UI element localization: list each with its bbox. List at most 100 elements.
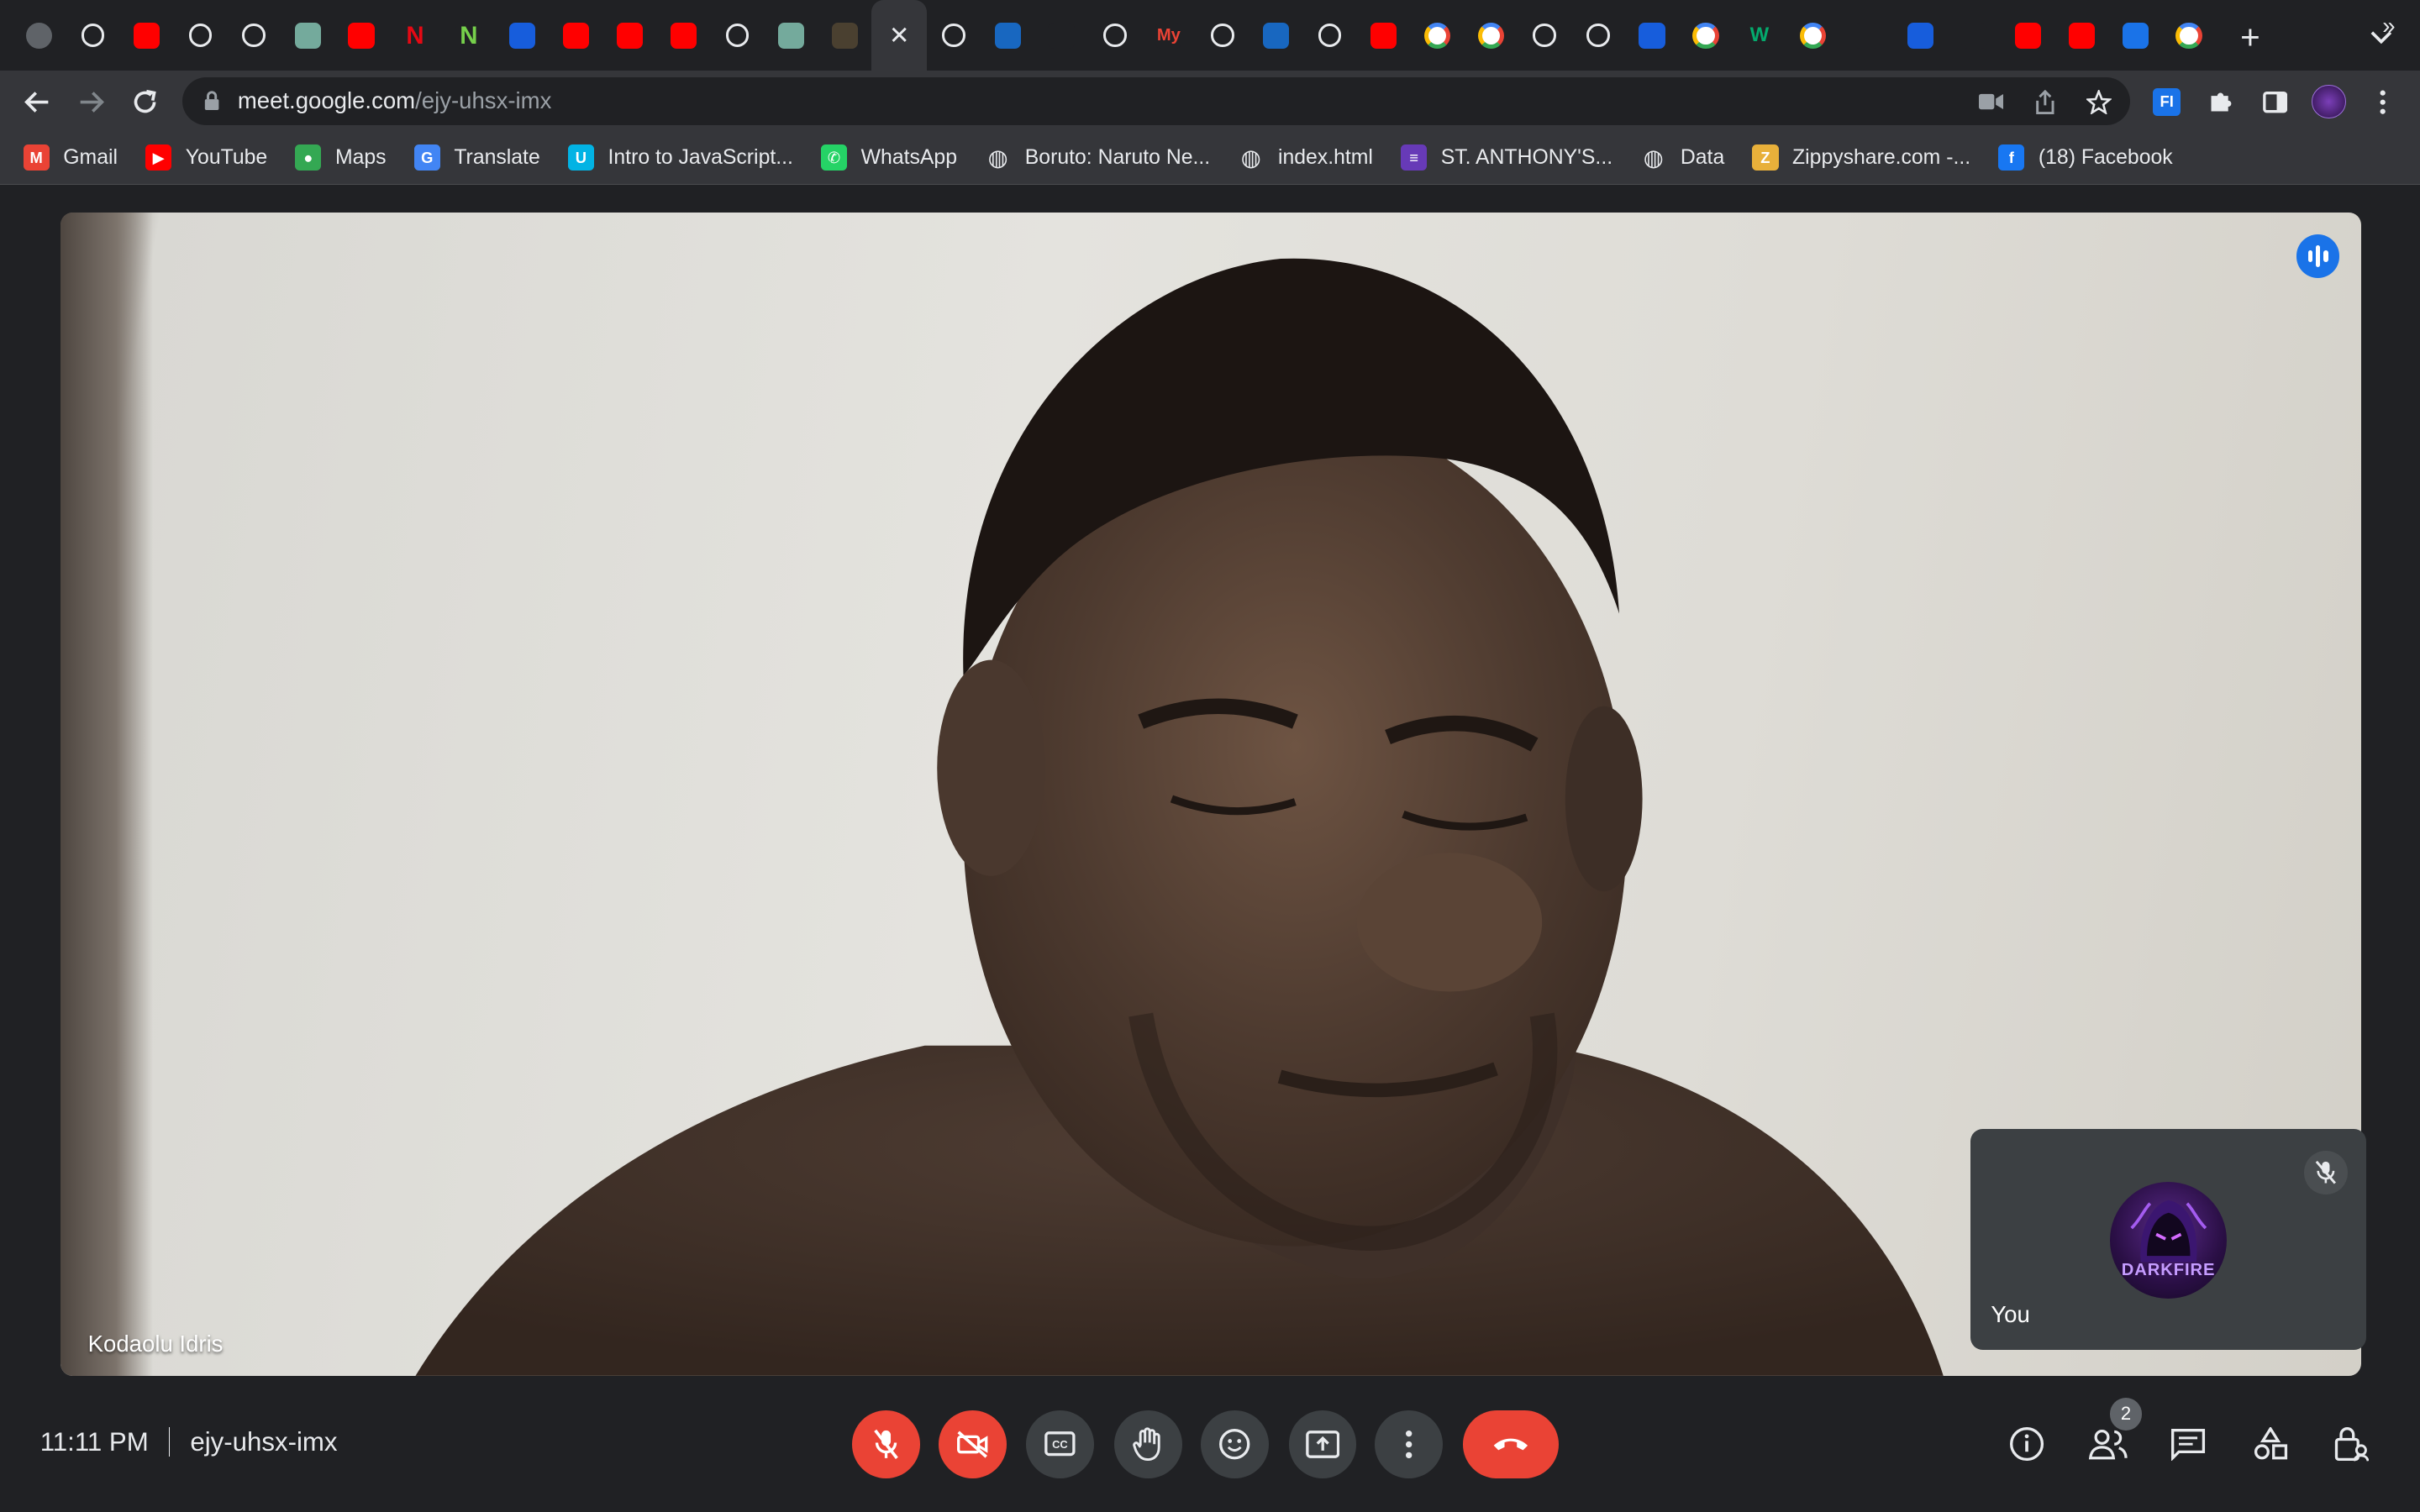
reload-button[interactable] — [127, 83, 164, 120]
tab[interactable] — [927, 0, 981, 71]
tab[interactable] — [1679, 0, 1733, 71]
tab[interactable] — [227, 0, 281, 71]
camera-in-use-icon[interactable] — [1977, 88, 2005, 116]
captions-button[interactable]: CC — [1026, 1410, 1095, 1478]
tab[interactable] — [120, 0, 174, 71]
lock-icon[interactable] — [201, 90, 223, 112]
bookmark-item[interactable]: U Intro to JavaScript... — [567, 144, 793, 171]
globe-icon: ◍ — [1240, 144, 1261, 171]
bookmark-item[interactable]: ◍ index.html — [1238, 144, 1373, 171]
meeting-details-button[interactable] — [2005, 1422, 2048, 1465]
reactions-button[interactable] — [1200, 1410, 1269, 1478]
self-video-tile[interactable]: DARKFIRE You — [1970, 1129, 2366, 1351]
bookmark-item[interactable]: ✆ WhatsApp — [820, 144, 957, 171]
bookmark-label: Intro to JavaScript... — [608, 145, 793, 169]
bookmark-item[interactable]: M Gmail — [23, 144, 118, 171]
more-options-button[interactable] — [1375, 1410, 1444, 1478]
tab[interactable] — [1840, 0, 1894, 71]
tab[interactable] — [1410, 0, 1464, 71]
tab[interactable]: N — [388, 0, 442, 71]
tab[interactable] — [1571, 0, 1625, 71]
mic-toggle-button[interactable] — [851, 1410, 920, 1478]
tab[interactable] — [2108, 0, 2162, 71]
bookmark-item[interactable]: G Translate — [413, 144, 540, 171]
bookmark-item[interactable]: ◍ Boruto: Naruto Ne... — [985, 144, 1211, 171]
tab[interactable] — [1196, 0, 1249, 71]
tab-active[interactable]: ✕ — [871, 0, 928, 71]
bookmark-item[interactable]: ≡ ST. ANTHONY'S... — [1400, 144, 1613, 171]
youtube-icon — [133, 22, 160, 49]
back-button[interactable] — [18, 83, 55, 120]
tab[interactable] — [1464, 0, 1518, 71]
youtube-icon — [2014, 22, 2041, 49]
tab[interactable] — [2162, 0, 2216, 71]
shapes-icon — [2254, 1426, 2287, 1460]
forward-button[interactable] — [72, 83, 109, 120]
camera-toggle-button[interactable] — [938, 1410, 1007, 1478]
bookmark-label: WhatsApp — [860, 145, 957, 169]
share-icon[interactable] — [2031, 88, 2059, 116]
tab[interactable] — [496, 0, 550, 71]
tab[interactable] — [657, 0, 711, 71]
bookmark-item[interactable]: f (18) Facebook — [1998, 144, 2173, 171]
meeting-code: ejy-uhsx-imx — [190, 1426, 338, 1457]
tab[interactable] — [1948, 0, 2002, 71]
tab[interactable] — [1088, 0, 1142, 71]
tab[interactable]: W — [1733, 0, 1786, 71]
bookmark-label: index.html — [1277, 145, 1373, 169]
tab[interactable] — [764, 0, 818, 71]
chat-button[interactable] — [2167, 1422, 2210, 1465]
tab[interactable] — [2001, 0, 2054, 71]
tab[interactable] — [1303, 0, 1357, 71]
lock-person-icon — [2335, 1427, 2370, 1462]
people-icon — [2088, 1429, 2128, 1460]
tab[interactable] — [603, 0, 657, 71]
bookmark-item[interactable]: Z Zippyshare.com -... — [1752, 144, 1970, 171]
tab[interactable] — [1518, 0, 1571, 71]
tab[interactable] — [1357, 0, 1411, 71]
new-tab-button[interactable]: + — [2233, 18, 2267, 56]
tab[interactable] — [818, 0, 871, 71]
svg-text:CC: CC — [1053, 1439, 1069, 1452]
tab[interactable] — [281, 0, 334, 71]
bookmark-item[interactable]: ◍ Data — [1640, 144, 1725, 171]
google-icon — [1800, 22, 1827, 49]
extensions-puzzle-icon[interactable] — [2204, 85, 2238, 118]
host-controls-button[interactable] — [2329, 1422, 2372, 1465]
present-screen-button[interactable] — [1288, 1410, 1357, 1478]
raise-hand-button[interactable] — [1114, 1410, 1182, 1478]
close-icon[interactable]: ✕ — [889, 21, 910, 50]
tab[interactable] — [1249, 0, 1303, 71]
bookmark-star-icon[interactable] — [2085, 88, 2112, 116]
tab[interactable] — [1625, 0, 1679, 71]
tab[interactable]: N — [442, 0, 496, 71]
tab[interactable] — [13, 0, 66, 71]
bookmarks-overflow-button[interactable]: » — [2382, 13, 2395, 39]
tab[interactable] — [2054, 0, 2108, 71]
tab[interactable] — [1894, 0, 1948, 71]
bookmark-item[interactable]: ● Maps — [295, 144, 387, 171]
tab[interactable] — [173, 0, 227, 71]
tab[interactable] — [1786, 0, 1840, 71]
profile-avatar[interactable] — [2312, 85, 2346, 119]
tab[interactable] — [981, 0, 1034, 71]
tab[interactable] — [334, 0, 388, 71]
side-panel-icon[interactable] — [2258, 85, 2291, 118]
globe-icon — [1211, 24, 1234, 48]
tab[interactable]: My — [1142, 0, 1196, 71]
laravel-icon — [1048, 22, 1075, 49]
extension-fi-icon[interactable]: FI — [2150, 85, 2184, 118]
browser-menu-icon[interactable] — [2366, 85, 2400, 118]
youtube-icon — [348, 22, 375, 49]
globe-icon: ◍ — [1643, 144, 1664, 171]
tab[interactable] — [550, 0, 603, 71]
bookmark-label: ST. ANTHONY'S... — [1440, 145, 1613, 169]
tab[interactable] — [1034, 0, 1088, 71]
activities-button[interactable] — [2249, 1422, 2291, 1465]
leave-call-button[interactable] — [1463, 1410, 1560, 1478]
url-text: meet.google.com/ejy-uhsx-imx — [238, 87, 552, 114]
bookmark-item[interactable]: ▶ YouTube — [145, 144, 267, 171]
tab[interactable] — [66, 0, 120, 71]
address-bar[interactable]: meet.google.com/ejy-uhsx-imx — [182, 76, 2130, 125]
tab[interactable] — [710, 0, 764, 71]
